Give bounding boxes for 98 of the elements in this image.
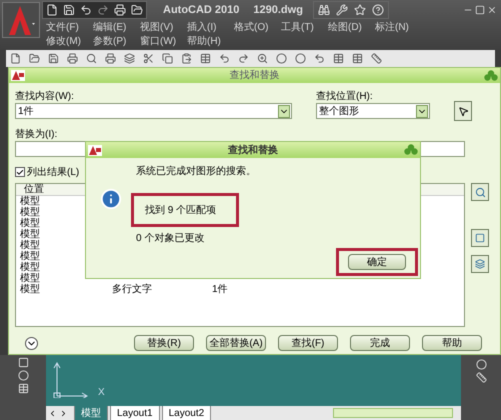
menu-item[interactable]: 插入(I) <box>187 20 234 34</box>
table-cell-text: 模型 <box>19 207 41 218</box>
tool-icon[interactable] <box>352 53 363 64</box>
maximize-icon[interactable] <box>475 5 485 15</box>
menu-item[interactable]: 编辑(E) <box>93 20 140 34</box>
menu-item[interactable]: 窗口(W) <box>140 34 187 48</box>
tool-icon[interactable] <box>238 53 249 64</box>
folder-icon[interactable] <box>131 4 143 16</box>
menu-item[interactable]: 参数(P) <box>93 34 140 48</box>
menu-item[interactable]: 绘图(D) <box>328 20 375 34</box>
tool-icon[interactable] <box>86 53 97 64</box>
ok-button[interactable]: 确定 <box>348 254 406 270</box>
tool-icon[interactable] <box>276 53 287 64</box>
tool-icon[interactable] <box>219 53 230 64</box>
list-results-checkbox[interactable] <box>15 167 25 177</box>
app-logo-icon <box>88 144 102 156</box>
tool-icon[interactable] <box>314 53 325 64</box>
tool-icon[interactable] <box>124 53 135 64</box>
next-tab-icon[interactable] <box>59 408 68 418</box>
select-all-button[interactable] <box>471 255 489 273</box>
app-logo-icon <box>11 70 25 81</box>
menu-item[interactable]: 工具(T) <box>281 20 328 34</box>
dialog-button[interactable]: 替换(R) <box>134 335 194 351</box>
star-icon[interactable] <box>354 4 366 16</box>
table-cell-text: 1件 <box>212 284 229 295</box>
tool-icon[interactable] <box>181 53 192 64</box>
tool-icon[interactable] <box>162 53 173 64</box>
dropdown-icon[interactable] <box>278 104 290 118</box>
previous-tab-icon[interactable] <box>48 408 57 418</box>
print-icon[interactable] <box>114 4 126 16</box>
found-count: 找到 9 个匹配项 <box>145 204 216 218</box>
dialog-button[interactable]: 查找(F) <box>278 335 338 351</box>
message-text: 系统已完成对图形的搜索。 <box>136 164 257 179</box>
field-label: 替换为(I): <box>15 128 58 141</box>
menu-item[interactable]: 文件(F) <box>46 20 93 34</box>
help-icon[interactable] <box>372 4 384 16</box>
table-cell-text: 模型 <box>19 196 41 207</box>
tool-icon[interactable] <box>48 53 59 64</box>
tool-icon[interactable] <box>333 53 344 64</box>
horizontal-scrollbar[interactable] <box>333 408 453 418</box>
menu-item[interactable]: 标注(N) <box>375 20 422 34</box>
tool-icon[interactable] <box>105 53 116 64</box>
close-icon[interactable] <box>487 5 497 15</box>
redo-icon[interactable] <box>97 4 109 16</box>
select-button[interactable] <box>471 229 489 247</box>
find-combo[interactable]: 1件 <box>15 103 292 119</box>
expand-icon[interactable] <box>25 336 38 350</box>
tool-icon[interactable] <box>257 53 268 64</box>
layout-tab[interactable]: 模型 <box>74 406 108 420</box>
checkbox-label: 列出结果(L) <box>27 166 80 180</box>
clover-icon <box>404 144 418 156</box>
field-label: 查找位置(H): <box>316 90 374 103</box>
tool-icon[interactable] <box>67 53 78 64</box>
dialog-button[interactable]: 帮助 <box>422 335 482 351</box>
menu-item[interactable]: 格式(O) <box>234 20 281 34</box>
pointer-icon <box>458 106 468 116</box>
dialog-title: 查找和替换 <box>228 144 278 158</box>
tool-icon[interactable] <box>143 53 154 64</box>
table-cell-text: 模型 <box>19 262 41 273</box>
axis-label: X <box>98 386 105 400</box>
dialog-button[interactable]: 全部替换(A) <box>206 335 266 351</box>
table-cell-text: 模型 <box>19 251 41 262</box>
dropdown-icon[interactable] <box>416 104 428 118</box>
menu-item[interactable]: 视图(V) <box>140 20 187 34</box>
table-cell-text: 模型 <box>19 218 41 229</box>
table-cell-text: 模型 <box>19 229 41 240</box>
table-cell-text: 模型 <box>19 273 41 284</box>
tool-icon[interactable] <box>295 53 306 64</box>
zoom-button[interactable] <box>471 183 489 201</box>
table-cell-text: 模型 <box>19 240 41 251</box>
table-cell-text: 多行文字 <box>112 284 153 295</box>
menu-item[interactable]: 帮助(H) <box>187 34 234 48</box>
new-icon[interactable] <box>46 4 58 16</box>
undo-icon[interactable] <box>80 4 92 16</box>
file-name: 1290.dwg <box>253 2 303 18</box>
tool-icon[interactable] <box>10 53 21 64</box>
field-label: 查找内容(W): <box>15 90 75 103</box>
layout-tab[interactable]: Layout1 <box>110 406 160 420</box>
search-icon <box>474 186 486 198</box>
clover-icon <box>484 70 498 82</box>
info-icon <box>100 188 122 210</box>
select-objects-button[interactable] <box>454 101 472 121</box>
menu-item[interactable]: 修改(M) <box>46 34 93 48</box>
tool-icon[interactable] <box>29 53 40 64</box>
tool-icon[interactable] <box>200 53 211 64</box>
binoculars-icon[interactable] <box>318 4 330 16</box>
layout-tab[interactable]: Layout2 <box>162 406 212 420</box>
layers-icon <box>475 259 485 269</box>
app-title: AutoCAD 2010 <box>163 2 240 18</box>
tool-icon[interactable] <box>371 53 382 64</box>
save-icon[interactable] <box>63 4 75 16</box>
dialog-title: 查找和替换 <box>230 68 280 83</box>
dialog-button[interactable]: 完成 <box>350 335 410 351</box>
changed-count: 0 个对象已更改 <box>136 232 206 246</box>
table-cell-text: 模型 <box>19 284 41 295</box>
square-icon <box>475 233 485 243</box>
where-combo[interactable]: 整个图形 <box>316 103 430 119</box>
wrench-icon[interactable] <box>336 4 348 16</box>
